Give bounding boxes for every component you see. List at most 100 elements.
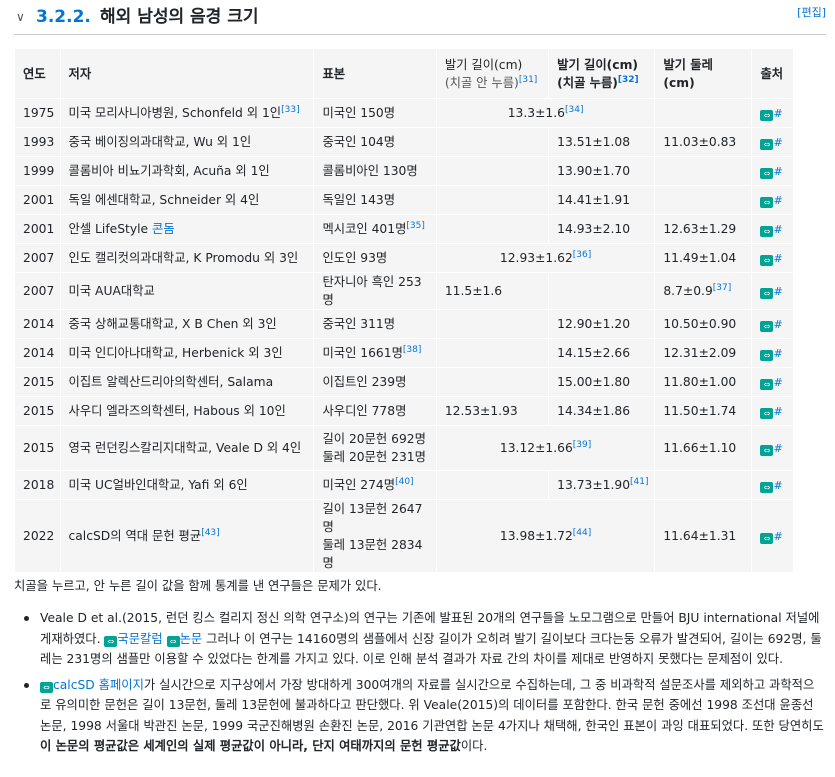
header-length-unpressed-line2: (치골 안 누름) (444, 75, 519, 90)
footnote-ref[interactable]: [40] (395, 477, 413, 487)
source-hash-link[interactable]: # (773, 376, 782, 389)
length-value: 13.3±1.6 (507, 106, 565, 120)
cell-sample: 미국인 274명[40] (313, 470, 437, 500)
sample-text: 멕시코인 401명 (322, 222, 407, 236)
footnote-ref[interactable]: [43] (201, 528, 219, 538)
girth-value: 11.80±1.00 (663, 375, 737, 389)
source-hash-link[interactable]: # (773, 285, 782, 298)
cell-girth: 11.80±1.00 (654, 367, 753, 397)
sample-text: 중국인 104명 (322, 135, 396, 149)
note2-text2: 이다. (460, 739, 488, 753)
link-icon[interactable]: ⇔ (760, 225, 774, 237)
footnote-ref[interactable]: [35] (406, 221, 424, 231)
table-row: 1993 중국 베이징의과대학교, Wu 외 1인 중국인 104명 13.51±1.… (14, 127, 794, 157)
calcsd-homepage-link[interactable]: calcSD 홈페이지 (53, 678, 144, 692)
link-icon[interactable]: ⇔ (760, 254, 774, 266)
source-hash-link[interactable]: # (773, 194, 782, 207)
section-title: 해외 남성의 음경 크기 (100, 7, 259, 27)
cell-length-unpressed: 11.5±1.6 (435, 272, 550, 310)
chevron-down-icon[interactable]: ∨ (16, 9, 25, 25)
cell-year: 2015 (14, 367, 61, 397)
source-hash-link[interactable]: # (773, 318, 782, 331)
footnote-ref[interactable]: [31] (519, 74, 537, 84)
cell-sample: 사우디인 778명 (313, 396, 437, 426)
cell-sample: 중국인 104명 (313, 127, 437, 157)
author-link[interactable]: 콘돔 (152, 222, 175, 236)
cell-length-unpressed (435, 470, 550, 500)
link-icon[interactable]: ⇔ (760, 109, 774, 121)
author-text: 중국 상해교통대학교, X B Chen 외 3인 (68, 317, 277, 331)
source-hash-link[interactable]: # (773, 165, 782, 178)
cell-girth: 10.50±0.90 (654, 309, 753, 339)
cell-length-pressed: 14.15±2.66 (548, 338, 656, 368)
footnote-ref[interactable]: [33] (281, 105, 299, 115)
cell-sample: 미국인 150명 (313, 98, 437, 128)
link-icon: ⇔ (166, 635, 180, 647)
footnote-ref[interactable]: [39] (573, 440, 591, 450)
source-hash-link[interactable]: # (773, 252, 782, 265)
link-icon[interactable]: ⇔ (760, 320, 774, 332)
footnote-ref[interactable]: [36] (573, 250, 591, 260)
cell-girth: 11.50±1.74 (654, 396, 753, 426)
footnote-ref[interactable]: [34] (565, 105, 583, 115)
source-hash-link[interactable]: # (773, 442, 782, 455)
cell-source: ⇔ # (751, 338, 794, 368)
footnote-ref[interactable]: [44] (573, 528, 591, 538)
link-icon[interactable]: ⇔ (760, 407, 774, 419)
source-hash-link[interactable]: # (773, 107, 782, 120)
footnote-ref[interactable]: [37] (713, 283, 731, 293)
length-pressed-value: 13.51±1.08 (557, 135, 631, 149)
section-number[interactable]: 3.2.2. (36, 6, 91, 28)
link-icon[interactable]: ⇔ (760, 138, 774, 150)
footnote-ref[interactable]: [32] (618, 74, 639, 84)
table-row: 2001 독일 에센대학교, Schneider 외 4인 독일인 143명 14.4… (14, 185, 794, 215)
cell-length-unpressed (435, 309, 550, 339)
cell-length-pressed: 12.90±1.20 (548, 309, 656, 339)
year-text: 1993 (23, 135, 55, 149)
footnote-ref[interactable]: [38] (403, 345, 421, 355)
column-link[interactable]: 국문칼럼 (117, 632, 162, 646)
cell-length-merged: 13.98±1.72[44] (435, 499, 656, 573)
source-hash-link[interactable]: # (773, 136, 782, 149)
link-icon[interactable]: ⇔ (760, 287, 774, 299)
sample-text: 중국인 311명 (322, 317, 396, 331)
link-icon[interactable]: ⇔ (760, 532, 774, 544)
author-text: 콜롬비아 비뇨기과학회, Acuña 외 1인 (68, 164, 270, 178)
sample-text-2: 둘레 20문헌 231명 (322, 450, 426, 464)
cell-author: 중국 상해교통대학교, X B Chen 외 3인 (59, 309, 315, 339)
sample-text: 사우디인 778명 (322, 404, 407, 418)
cell-author: 이집트 알렉산드리아의학센터, Salama (59, 367, 315, 397)
link-icon[interactable]: ⇔ (760, 349, 774, 361)
author-text: 중국 베이징의과대학교, Wu 외 1인 (68, 135, 252, 149)
length-pressed-value: 13.73±1.90 (557, 478, 631, 492)
author-text: 미국 AUA대학교 (68, 284, 155, 298)
header-length-unpressed: 발기 길이(cm) (치골 안 누름)[31] (435, 48, 550, 99)
cell-year: 2001 (14, 185, 61, 215)
cell-author: 미국 인디아나대학교, Herbenick 외 3인 (59, 338, 315, 368)
cell-sample: 중국인 311명 (313, 309, 437, 339)
cell-source: ⇔ # (751, 309, 794, 339)
girth-value: 12.63±1.29 (663, 222, 737, 236)
year-text: 2001 (23, 222, 55, 236)
cell-sample: 이집트인 239명 (313, 367, 437, 397)
footnote-ref[interactable]: [41] (630, 477, 648, 487)
length-pressed-value: 12.90±1.20 (557, 317, 631, 331)
edit-link[interactable]: [편집] (797, 6, 826, 20)
link-icon[interactable]: ⇔ (760, 481, 774, 493)
heading-divider (14, 34, 826, 35)
link-icon[interactable]: ⇔ (760, 167, 774, 179)
source-hash-link[interactable]: # (773, 479, 782, 492)
source-hash-link[interactable]: # (773, 405, 782, 418)
cell-year: 2022 (14, 499, 61, 573)
link-icon[interactable]: ⇔ (760, 378, 774, 390)
link-icon[interactable]: ⇔ (760, 196, 774, 208)
paper-link[interactable]: 논문 (180, 632, 203, 646)
source-hash-link[interactable]: # (773, 530, 782, 543)
year-text: 2014 (23, 317, 55, 331)
cell-length-merged: 13.3±1.6[34] (435, 98, 656, 128)
link-icon[interactable]: ⇔ (760, 444, 774, 456)
source-hash-link[interactable]: # (773, 347, 782, 360)
cell-length-unpressed (435, 127, 550, 157)
source-hash-link[interactable]: # (773, 223, 782, 236)
length-pressed-value: 15.00±1.80 (557, 375, 631, 389)
